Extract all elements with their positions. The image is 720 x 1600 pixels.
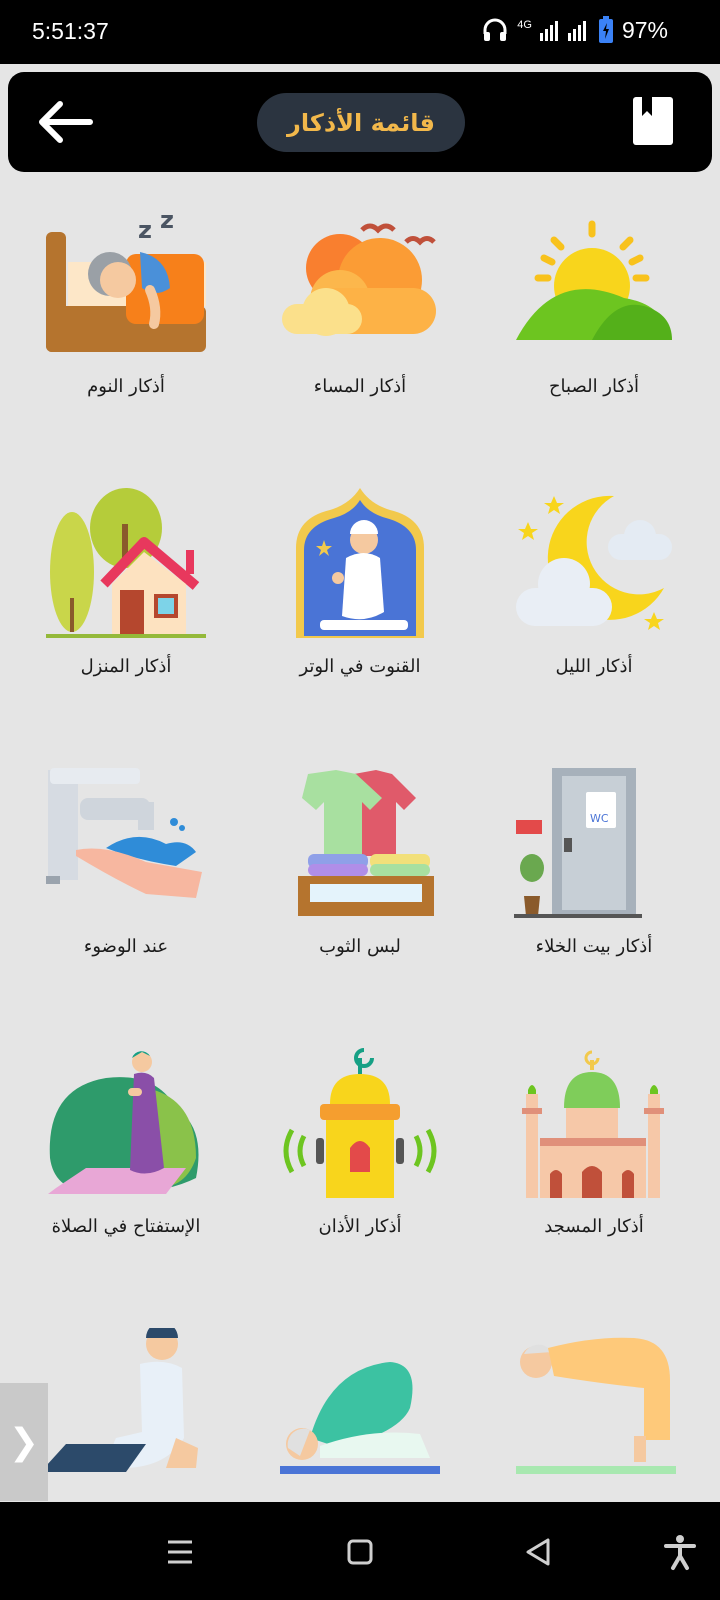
menu-icon <box>168 1540 192 1564</box>
item-label: أذكار المنزل <box>80 656 172 677</box>
praying-man-arch-icon <box>280 488 442 638</box>
battery-percent: 97% <box>621 16 668 43</box>
item-qunut[interactable]: القنوت في الوتر <box>240 480 480 760</box>
mosque-icon <box>514 1048 676 1198</box>
bookmark-button[interactable] <box>632 96 674 146</box>
item-label: لبس الثوب <box>319 936 401 957</box>
sleeping-person-icon: z z <box>46 206 208 358</box>
back-button[interactable] <box>38 100 94 144</box>
status-time: 5:51:37 <box>32 18 109 44</box>
accessibility-button[interactable] <box>660 1532 700 1572</box>
accessibility-icon <box>664 1535 696 1570</box>
item-label: أذكار الأذان <box>318 1216 402 1237</box>
sitting-prayer-icon <box>46 1322 208 1478</box>
item-label: أذكار الصباح <box>548 376 640 397</box>
bowing-prayer-icon <box>514 1328 676 1478</box>
headphones-icon <box>483 18 507 41</box>
item-wudu[interactable]: عند الوضوء <box>6 760 246 1040</box>
home-button[interactable] <box>340 1532 380 1572</box>
status-bar: 5:51:37 4G 97% <box>0 0 720 64</box>
item-label: أذكار المساء <box>313 376 407 397</box>
home-square-icon <box>347 1539 373 1565</box>
arrow-left-icon <box>39 101 93 143</box>
item-clothes[interactable]: لبس الثوب <box>240 760 480 1040</box>
system-nav-bar <box>0 1502 720 1600</box>
page-title: قائمة الأذكار <box>257 93 465 152</box>
side-drawer-handle[interactable]: ❯ <box>0 1383 48 1501</box>
minaret-speaker-icon <box>280 1048 442 1198</box>
back-nav-button[interactable] <box>518 1532 558 1572</box>
item-label: القنوت في الوتر <box>299 656 421 677</box>
prostration-icon <box>280 1328 442 1478</box>
status-icons: 4G 97% <box>481 16 668 44</box>
clothes-stack-icon <box>280 768 442 918</box>
crescent-moon-icon <box>514 488 676 638</box>
item-sujud[interactable] <box>240 1320 480 1502</box>
item-adhan[interactable]: أذكار الأذان <box>240 1040 480 1320</box>
item-home[interactable]: أذكار المنزل <box>6 480 246 760</box>
battery-icon <box>598 16 613 43</box>
sunrise-icon <box>514 208 676 358</box>
svg-text:WC: WC <box>590 812 609 825</box>
item-label: الإستفتاح في الصلاة <box>51 1216 201 1237</box>
item-sleep[interactable]: z z أذكار النوم <box>6 200 246 480</box>
house-icon <box>46 488 208 640</box>
item-night[interactable]: أذكار الليل <box>474 480 714 760</box>
item-istiftah[interactable]: الإستفتاح في الصلاة <box>6 1040 246 1320</box>
network-type: 4G <box>517 19 532 31</box>
signal-icon <box>539 21 558 41</box>
svg-text:z: z <box>160 208 174 234</box>
app-bar: قائمة الأذكار <box>8 72 712 172</box>
item-morning[interactable]: أذكار الصباح <box>474 200 714 480</box>
restroom-door-icon: WC <box>514 768 676 920</box>
menu-button[interactable] <box>160 1532 200 1572</box>
sunset-clouds-icon <box>280 208 442 358</box>
svg-text:z: z <box>138 216 152 244</box>
signal-icon-2 <box>567 21 586 41</box>
back-triangle-icon <box>526 1538 550 1566</box>
item-ruku[interactable] <box>474 1320 714 1502</box>
item-label: عند الوضوء <box>83 936 169 957</box>
water-tap-hand-icon <box>46 768 208 918</box>
item-label: أذكار الليل <box>555 656 633 677</box>
standing-prayer-icon <box>46 1048 208 1198</box>
item-label: أذكار المسجد <box>544 1216 644 1237</box>
adhkar-grid: أذكار الصباح أذكار المساء z z أذكار النو… <box>0 200 720 1502</box>
bookmark-icon <box>633 97 673 145</box>
item-label: أذكار النوم <box>87 376 165 397</box>
item-evening[interactable]: أذكار المساء <box>240 200 480 480</box>
item-mosque[interactable]: أذكار المسجد <box>474 1040 714 1320</box>
item-label: أذكار بيت الخلاء <box>535 936 653 957</box>
item-restroom[interactable]: WC أذكار بيت الخلاء <box>474 760 714 1040</box>
